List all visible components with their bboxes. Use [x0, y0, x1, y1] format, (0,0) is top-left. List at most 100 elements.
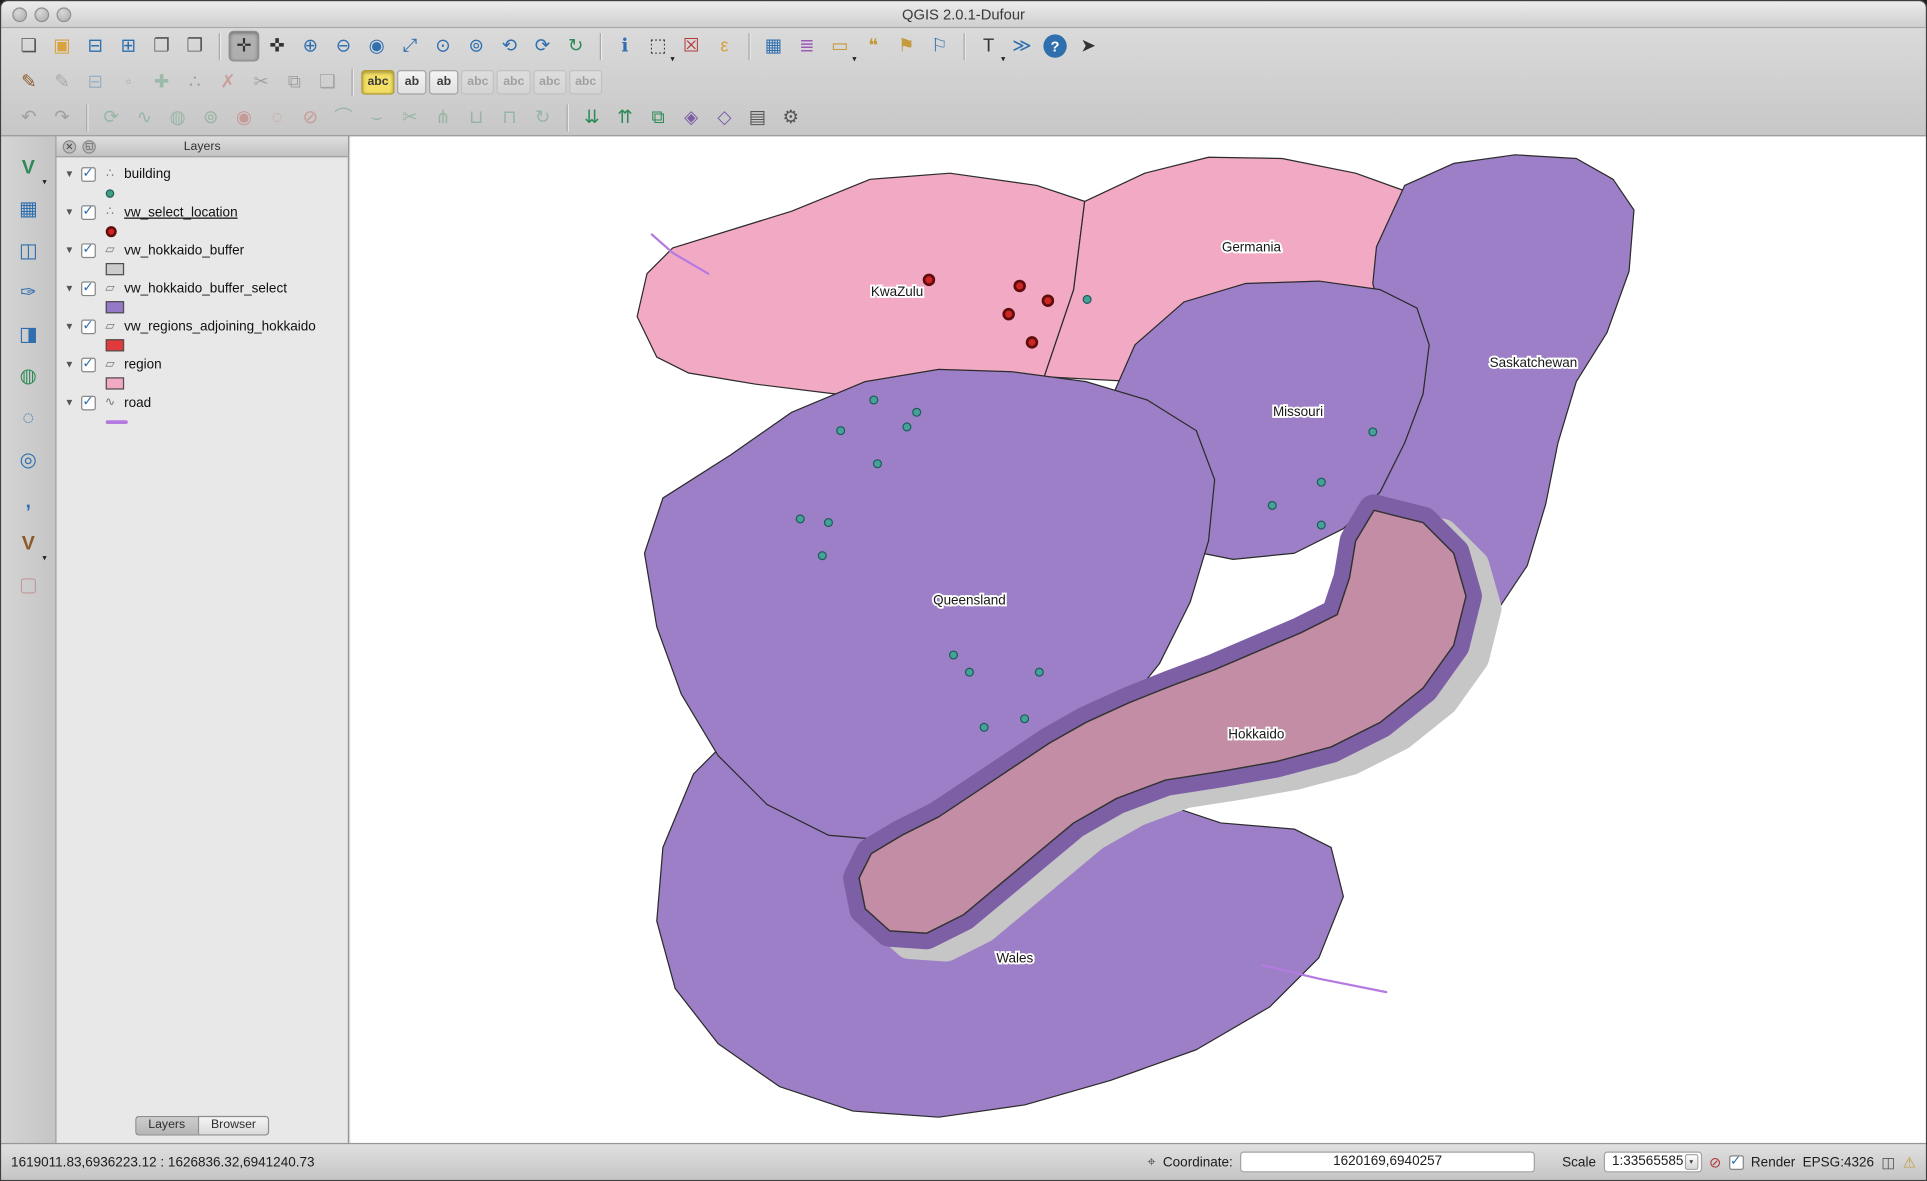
delete-part-button[interactable]: ⊘: [295, 102, 326, 133]
add-ring-button[interactable]: ◍: [162, 102, 193, 133]
add-raster-layer-button[interactable]: ▦: [10, 193, 47, 226]
python-console-button[interactable]: ≫: [1007, 31, 1038, 62]
map-selected-location-point[interactable]: [1015, 281, 1025, 291]
duplicate-layer-button[interactable]: ⧉: [643, 102, 674, 133]
layer-properties-button[interactable]: ▤: [742, 102, 773, 133]
save-project-button[interactable]: ⊟: [80, 31, 111, 62]
layers-panel-header[interactable]: ✕ ◱ Layers: [57, 136, 348, 157]
add-wms-layer-button[interactable]: ◍: [10, 360, 47, 393]
new-project-button[interactable]: ❏: [14, 31, 45, 62]
map-building-point[interactable]: [1268, 502, 1276, 510]
layer-label-vw-regions-adjoining-hokkaido[interactable]: vw_regions_adjoining_hokkaido: [124, 319, 316, 334]
zoom-to-layer-button[interactable]: ⊚: [461, 31, 492, 62]
move-feature-button[interactable]: ✚: [146, 66, 177, 97]
merge-selected-features-button[interactable]: ⊔: [461, 102, 492, 133]
add-delimited-text-layer-button[interactable]: ,: [10, 485, 47, 518]
layer-label-road[interactable]: road: [124, 395, 151, 410]
layer-visibility-checkbox-vw-hokkaido-buffer[interactable]: ✓: [81, 243, 96, 258]
add-feature-button[interactable]: ◦: [113, 66, 144, 97]
add-part-button[interactable]: ⊚: [195, 102, 226, 133]
remove-layer-button[interactable]: ▢: [10, 569, 47, 602]
node-tool-button[interactable]: ∴: [179, 66, 210, 97]
cut-features-button[interactable]: ✂: [246, 66, 277, 97]
layer-expand-icon[interactable]: ▼: [64, 245, 75, 256]
map-selected-location-point[interactable]: [924, 275, 934, 285]
show-bookmarks-button[interactable]: ⚐: [924, 31, 955, 62]
undo-button[interactable]: ↶: [14, 102, 45, 133]
new-bookmark-button[interactable]: ⚑: [891, 31, 922, 62]
map-building-point[interactable]: [818, 552, 826, 560]
map-building-point[interactable]: [837, 427, 845, 435]
map-building-point[interactable]: [1035, 668, 1043, 676]
show-hide-labels-button[interactable]: ab: [429, 69, 458, 94]
layer-label-building[interactable]: building: [124, 167, 171, 182]
open-attribute-table-button[interactable]: ▦: [758, 31, 789, 62]
add-wfs-layer-button[interactable]: ◎: [10, 444, 47, 477]
scale-dropdown-arrow-icon[interactable]: ▾: [1684, 1154, 1698, 1170]
panel-tab-layers[interactable]: Layers: [135, 1115, 198, 1135]
deselect-all-button[interactable]: ☒: [676, 31, 707, 62]
merge-attributes-button[interactable]: ⊓: [494, 102, 525, 133]
rotate-feature-button[interactable]: ⟳: [96, 102, 127, 133]
simplify-feature-button[interactable]: ∿: [129, 102, 160, 133]
whats-this-button[interactable]: ➤: [1073, 31, 1104, 62]
refresh-map-button[interactable]: ↻: [560, 31, 591, 62]
split-features-button[interactable]: ✂: [394, 102, 425, 133]
layer-label-vw-hokkaido-buffer[interactable]: vw_hokkaido_buffer: [124, 243, 244, 258]
add-wcs-layer-button[interactable]: ◌: [10, 402, 47, 435]
rotate-label-button[interactable]: abc: [497, 69, 530, 94]
add-spatialite-layer-button[interactable]: ✑: [10, 277, 47, 310]
delete-selected-button[interactable]: ✗: [213, 66, 244, 97]
layer-visibility-checkbox-vw-regions-adjoining-hokkaido[interactable]: ✓: [81, 319, 96, 334]
change-label-button[interactable]: abc: [533, 69, 566, 94]
pan-to-selection-button[interactable]: ✜: [262, 31, 293, 62]
fill-ring-button[interactable]: ◉: [229, 102, 260, 133]
map-building-point[interactable]: [1317, 478, 1325, 486]
map-building-point[interactable]: [1021, 715, 1029, 723]
move-label-button[interactable]: abc: [461, 69, 494, 94]
current-edits-button[interactable]: ✎: [14, 66, 45, 97]
scale-combobox[interactable]: 1:33565585 ▾: [1603, 1152, 1701, 1173]
add-vector-layer-button[interactable]: V▾: [10, 151, 47, 184]
copy-features-button[interactable]: ⧉: [279, 66, 310, 97]
map-building-point[interactable]: [1369, 428, 1377, 436]
map-building-point[interactable]: [1317, 521, 1325, 529]
delete-ring-button[interactable]: ◌: [262, 102, 293, 133]
help-contents-button[interactable]: ?: [1043, 34, 1066, 57]
map-building-point[interactable]: [825, 519, 833, 527]
layer-label-region[interactable]: region: [124, 357, 162, 372]
zoom-in-button[interactable]: ⊕: [295, 31, 326, 62]
layer-expand-icon[interactable]: ▼: [64, 321, 75, 332]
layer-item-vw-select-location[interactable]: ▼✓∴vw_select_location: [57, 202, 348, 223]
map-selected-location-point[interactable]: [1043, 296, 1053, 306]
layer-expand-icon[interactable]: ▼: [64, 168, 75, 179]
panel-tab-browser[interactable]: Browser: [197, 1115, 269, 1135]
panel-close-icon[interactable]: ✕: [63, 140, 77, 154]
map-building-point[interactable]: [980, 723, 988, 731]
layer-visibility-checkbox-vw-hokkaido-buffer-select[interactable]: ✓: [81, 281, 96, 296]
layer-visibility-checkbox-vw-select-location[interactable]: ✓: [81, 205, 96, 220]
paste-features-button[interactable]: ❑: [312, 66, 343, 97]
map-building-point[interactable]: [966, 668, 974, 676]
stop-render-icon[interactable]: ⊘: [1709, 1153, 1721, 1170]
map-selected-location-point[interactable]: [1027, 337, 1037, 347]
map-building-point[interactable]: [903, 423, 911, 431]
identify-features-button[interactable]: ℹ: [610, 31, 641, 62]
layer-label-vw-select-location[interactable]: vw_select_location: [124, 205, 237, 220]
add-postgis-layer-button[interactable]: ◫: [10, 235, 47, 268]
layer-expand-icon[interactable]: ▼: [64, 283, 75, 294]
map-building-point[interactable]: [870, 396, 878, 404]
reshape-features-button[interactable]: ⌒: [328, 102, 359, 133]
map-building-point[interactable]: [913, 408, 921, 416]
map-svg[interactable]: KwaZuluGermaniaSaskatchewanMissouriQueen…: [350, 136, 1926, 1143]
layer-label-vw-hokkaido-buffer-select[interactable]: vw_hokkaido_buffer_select: [124, 281, 287, 296]
layer-visibility-checkbox-building[interactable]: ✓: [81, 167, 96, 182]
open-processing-button[interactable]: ⚙: [775, 102, 806, 133]
new-shapefile-layer-button[interactable]: V▾: [10, 527, 47, 560]
map-building-point[interactable]: [1083, 296, 1091, 304]
panel-detach-icon[interactable]: ◱: [82, 140, 96, 154]
layer-item-road[interactable]: ▼✓∿road: [57, 392, 348, 413]
save-project-as-button[interactable]: ⊞: [113, 31, 144, 62]
measure-line-button[interactable]: ▭▾: [825, 31, 856, 62]
layer-item-vw-hokkaido-buffer[interactable]: ▼✓▱vw_hokkaido_buffer: [57, 240, 348, 261]
